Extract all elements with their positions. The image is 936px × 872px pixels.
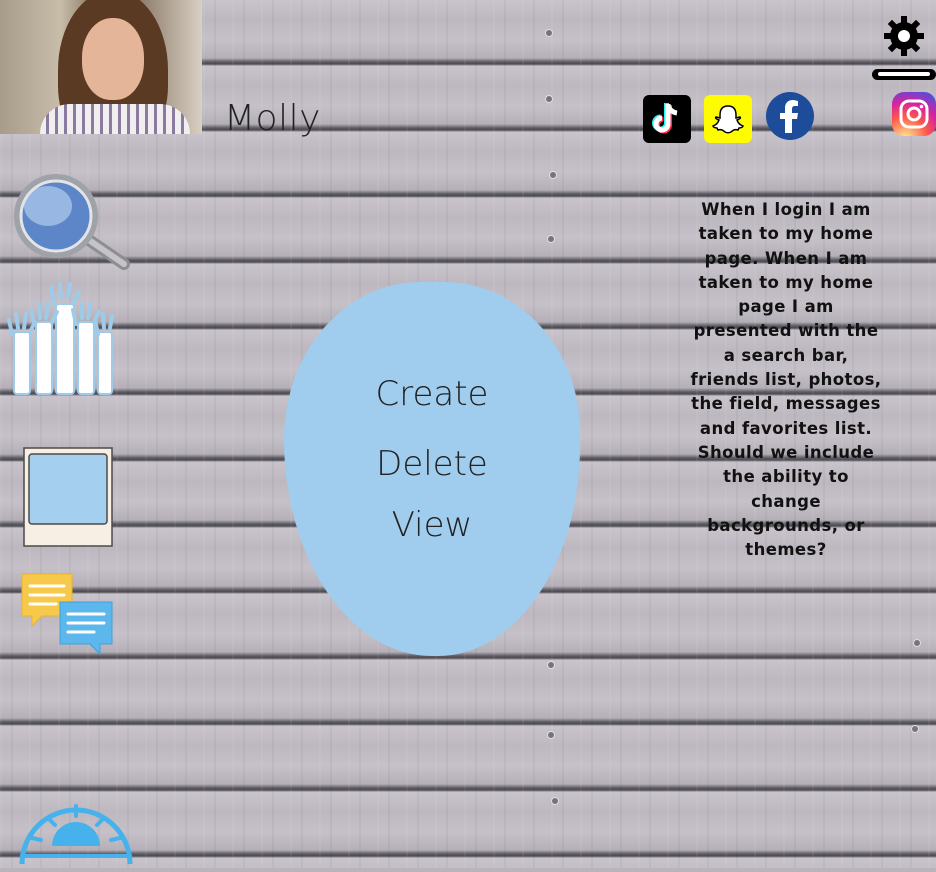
tiktok-icon[interactable] [643,95,691,143]
settings-button[interactable] [872,14,936,82]
settings-bar [872,69,936,80]
profile-name: Molly [224,98,321,139]
nail-decoration [552,798,558,804]
nail-decoration [914,640,920,646]
nail-decoration [546,96,552,102]
nail-decoration [912,726,918,732]
nail-decoration [548,662,554,668]
photo-icon[interactable] [22,446,114,548]
nail-decoration [548,732,554,738]
nail-decoration [550,172,556,178]
delete-button[interactable]: Delete [284,444,580,484]
gear-icon [884,16,924,56]
view-button[interactable]: View [284,505,580,545]
instagram-icon[interactable] [892,92,936,136]
sunrise-icon[interactable] [18,798,134,868]
avatar-face [82,18,144,100]
nail-decoration [546,30,552,36]
design-note: When I login I am taken to my home page.… [690,200,882,560]
friends-icon[interactable] [6,282,116,398]
snapchat-icon[interactable] [704,95,752,143]
avatar-shirt [40,104,190,134]
create-button[interactable]: Create [284,374,580,414]
avatar[interactable] [0,0,202,134]
messages-icon[interactable] [18,566,116,658]
nail-decoration [548,236,554,242]
search-icon[interactable] [6,170,130,270]
facebook-icon[interactable] [766,92,814,140]
